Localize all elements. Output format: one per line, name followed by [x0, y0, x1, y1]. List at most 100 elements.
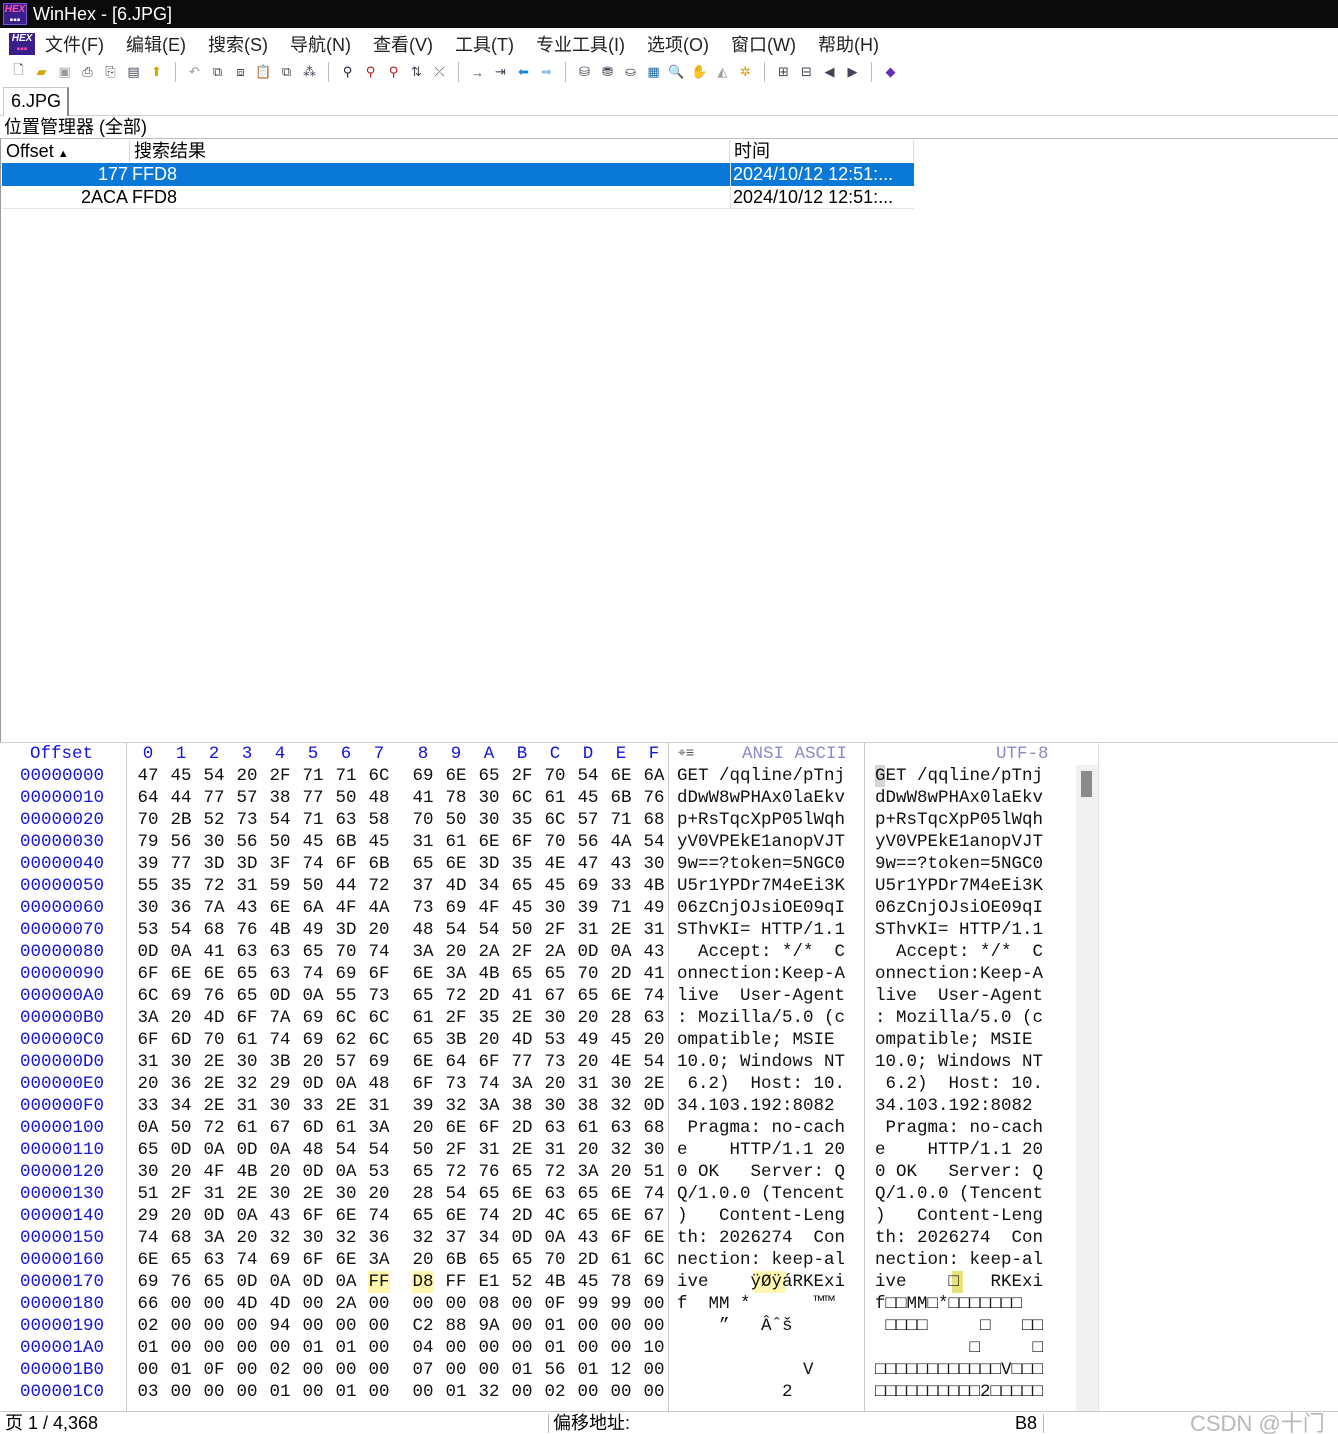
hex-byte[interactable]: 4D — [511, 1029, 533, 1051]
hex-byte[interactable]: 00 — [368, 1337, 390, 1359]
hex-byte[interactable]: 77 — [203, 787, 225, 809]
hex-byte[interactable]: 20 — [577, 1007, 599, 1029]
hex-byte[interactable]: 00 — [368, 1381, 390, 1403]
hex-byte[interactable]: 65 — [478, 765, 500, 787]
undo-icon[interactable]: ↶ — [184, 62, 205, 83]
hex-byte[interactable]: 0D — [511, 1227, 533, 1249]
hex-byte[interactable]: 45 — [302, 831, 324, 853]
hex-byte[interactable]: 30 — [478, 787, 500, 809]
hex-byte[interactable]: 4D — [236, 1293, 258, 1315]
hex-byte[interactable]: 68 — [203, 919, 225, 941]
hex-byte[interactable]: 30 — [203, 831, 225, 853]
ansi-text[interactable]: U5r1YPDr7M4eEi3K — [677, 875, 845, 897]
hex-byte[interactable]: 2E — [511, 1139, 533, 1161]
hex-byte[interactable]: 30 — [544, 897, 566, 919]
hex-byte[interactable]: 6E — [610, 765, 632, 787]
hex-byte[interactable]: 70 — [577, 963, 599, 985]
hex-byte[interactable]: 73 — [544, 1051, 566, 1073]
hex-byte[interactable]: 6F — [302, 1205, 324, 1227]
ansi-text[interactable]: : Mozilla/5.0 (c — [677, 1007, 845, 1029]
hex-byte[interactable]: 6E — [445, 1117, 467, 1139]
print-icon[interactable]: ⎙ — [77, 62, 98, 83]
hex-byte[interactable]: 4B — [236, 1161, 258, 1183]
hex-byte[interactable]: 43 — [643, 941, 665, 963]
hex-byte[interactable]: 69 — [269, 1249, 291, 1271]
utf8-text[interactable]: Pragma: no-cach — [875, 1117, 1044, 1139]
hex-byte[interactable]: 66 — [137, 1293, 159, 1315]
hex-byte[interactable]: 00 — [577, 1315, 599, 1337]
hex-byte[interactable]: 3D — [478, 853, 500, 875]
hex-byte[interactable]: 71 — [302, 765, 324, 787]
hex-byte[interactable]: 78 — [610, 1271, 632, 1293]
hex-byte[interactable]: 38 — [511, 1095, 533, 1117]
hex-byte[interactable]: 48 — [302, 1139, 324, 1161]
hex-byte[interactable]: 50 — [412, 1139, 434, 1161]
hex-byte[interactable]: 00 — [302, 1293, 324, 1315]
hex-byte[interactable]: 00 — [610, 1315, 632, 1337]
menu-tools[interactable]: 工具(T) — [455, 31, 514, 57]
hex-byte[interactable]: 00 — [203, 1337, 225, 1359]
hex-byte[interactable]: 63 — [236, 941, 258, 963]
hex-byte[interactable]: 00 — [643, 1381, 665, 1403]
hex-byte[interactable]: 41 — [643, 963, 665, 985]
hex-byte[interactable]: 01 — [511, 1359, 533, 1381]
goto-sector-icon[interactable]: ⇥ — [490, 62, 511, 83]
hex-byte[interactable]: 71 — [335, 765, 357, 787]
hex-byte[interactable]: 73 — [368, 985, 390, 1007]
hex-byte[interactable]: 20 — [577, 1139, 599, 1161]
hex-byte[interactable]: 6E — [412, 1051, 434, 1073]
hex-byte[interactable]: 6E — [335, 1249, 357, 1271]
hex-byte[interactable]: 57 — [236, 787, 258, 809]
hex-byte[interactable]: 6E — [170, 963, 192, 985]
hex-byte[interactable]: 6C — [137, 985, 159, 1007]
hex-byte[interactable]: 3B — [269, 1051, 291, 1073]
hex-byte[interactable]: 54 — [478, 919, 500, 941]
hex-byte[interactable]: 3A — [577, 1161, 599, 1183]
hex-byte[interactable]: 3D — [335, 919, 357, 941]
hex-byte[interactable]: 51 — [137, 1183, 159, 1205]
tab-file[interactable]: 6.JPG — [3, 87, 69, 116]
utf8-text[interactable]: U5r1YPDr7M4eEi3K — [875, 875, 1043, 897]
hex-byte[interactable]: 61 — [236, 1029, 258, 1051]
utf8-text[interactable]: ive □ RKExi — [875, 1271, 1043, 1293]
hex-byte[interactable]: 20 — [643, 1029, 665, 1051]
hex-byte[interactable]: 64 — [137, 787, 159, 809]
hex-byte[interactable]: 65 — [170, 1249, 192, 1271]
hex-byte[interactable]: 4D — [445, 875, 467, 897]
disk-editor-icon[interactable]: ⛀ — [620, 62, 641, 83]
hex-byte[interactable]: 74 — [137, 1227, 159, 1249]
hex-byte[interactable]: 77 — [170, 853, 192, 875]
hex-byte[interactable]: 4F — [335, 897, 357, 919]
hex-byte[interactable]: 28 — [412, 1183, 434, 1205]
hex-byte[interactable]: 30 — [269, 1095, 291, 1117]
hex-byte[interactable]: 50 — [170, 1117, 192, 1139]
hex-byte[interactable]: 70 — [544, 831, 566, 853]
hex-byte[interactable]: 61 — [412, 1007, 434, 1029]
utf8-text[interactable]: □□□□□□□□□□2□□□□□ — [875, 1381, 1043, 1403]
ansi-text[interactable]: p+RsTqcXpP05lWqh — [677, 809, 845, 831]
hex-byte[interactable]: 2F — [170, 1183, 192, 1205]
hex-byte[interactable]: 76 — [203, 985, 225, 1007]
hex-byte[interactable]: 6E — [445, 765, 467, 787]
hex-byte[interactable]: 6E — [445, 853, 467, 875]
ansi-text[interactable]: 9w==?token=5NGC0 — [677, 853, 845, 875]
hex-byte[interactable]: 30 — [236, 1051, 258, 1073]
hex-byte[interactable]: 68 — [643, 1117, 665, 1139]
utf8-text[interactable]: 10.0; Windows NT — [875, 1051, 1043, 1073]
hex-byte[interactable]: FF — [445, 1271, 467, 1293]
hex-byte[interactable]: 00 — [577, 1381, 599, 1403]
hex-byte[interactable]: 0D — [643, 1095, 665, 1117]
hex-byte[interactable]: 4E — [544, 853, 566, 875]
hex-byte[interactable]: 38 — [577, 1095, 599, 1117]
hex-byte[interactable]: 36 — [368, 1227, 390, 1249]
menu-specialist[interactable]: 专业工具(I) — [536, 31, 625, 57]
hex-byte[interactable]: 61 — [335, 1117, 357, 1139]
hex-byte[interactable]: 00 — [236, 1337, 258, 1359]
hex-byte[interactable]: 4F — [478, 897, 500, 919]
hex-byte[interactable]: 35 — [170, 875, 192, 897]
hex-byte[interactable]: 00 — [236, 1381, 258, 1403]
hex-byte[interactable]: 70 — [137, 809, 159, 831]
hex-byte[interactable]: 30 — [610, 1073, 632, 1095]
hex-byte[interactable]: 6E — [269, 897, 291, 919]
column-header-result[interactable]: 搜索结果 — [130, 140, 730, 162]
